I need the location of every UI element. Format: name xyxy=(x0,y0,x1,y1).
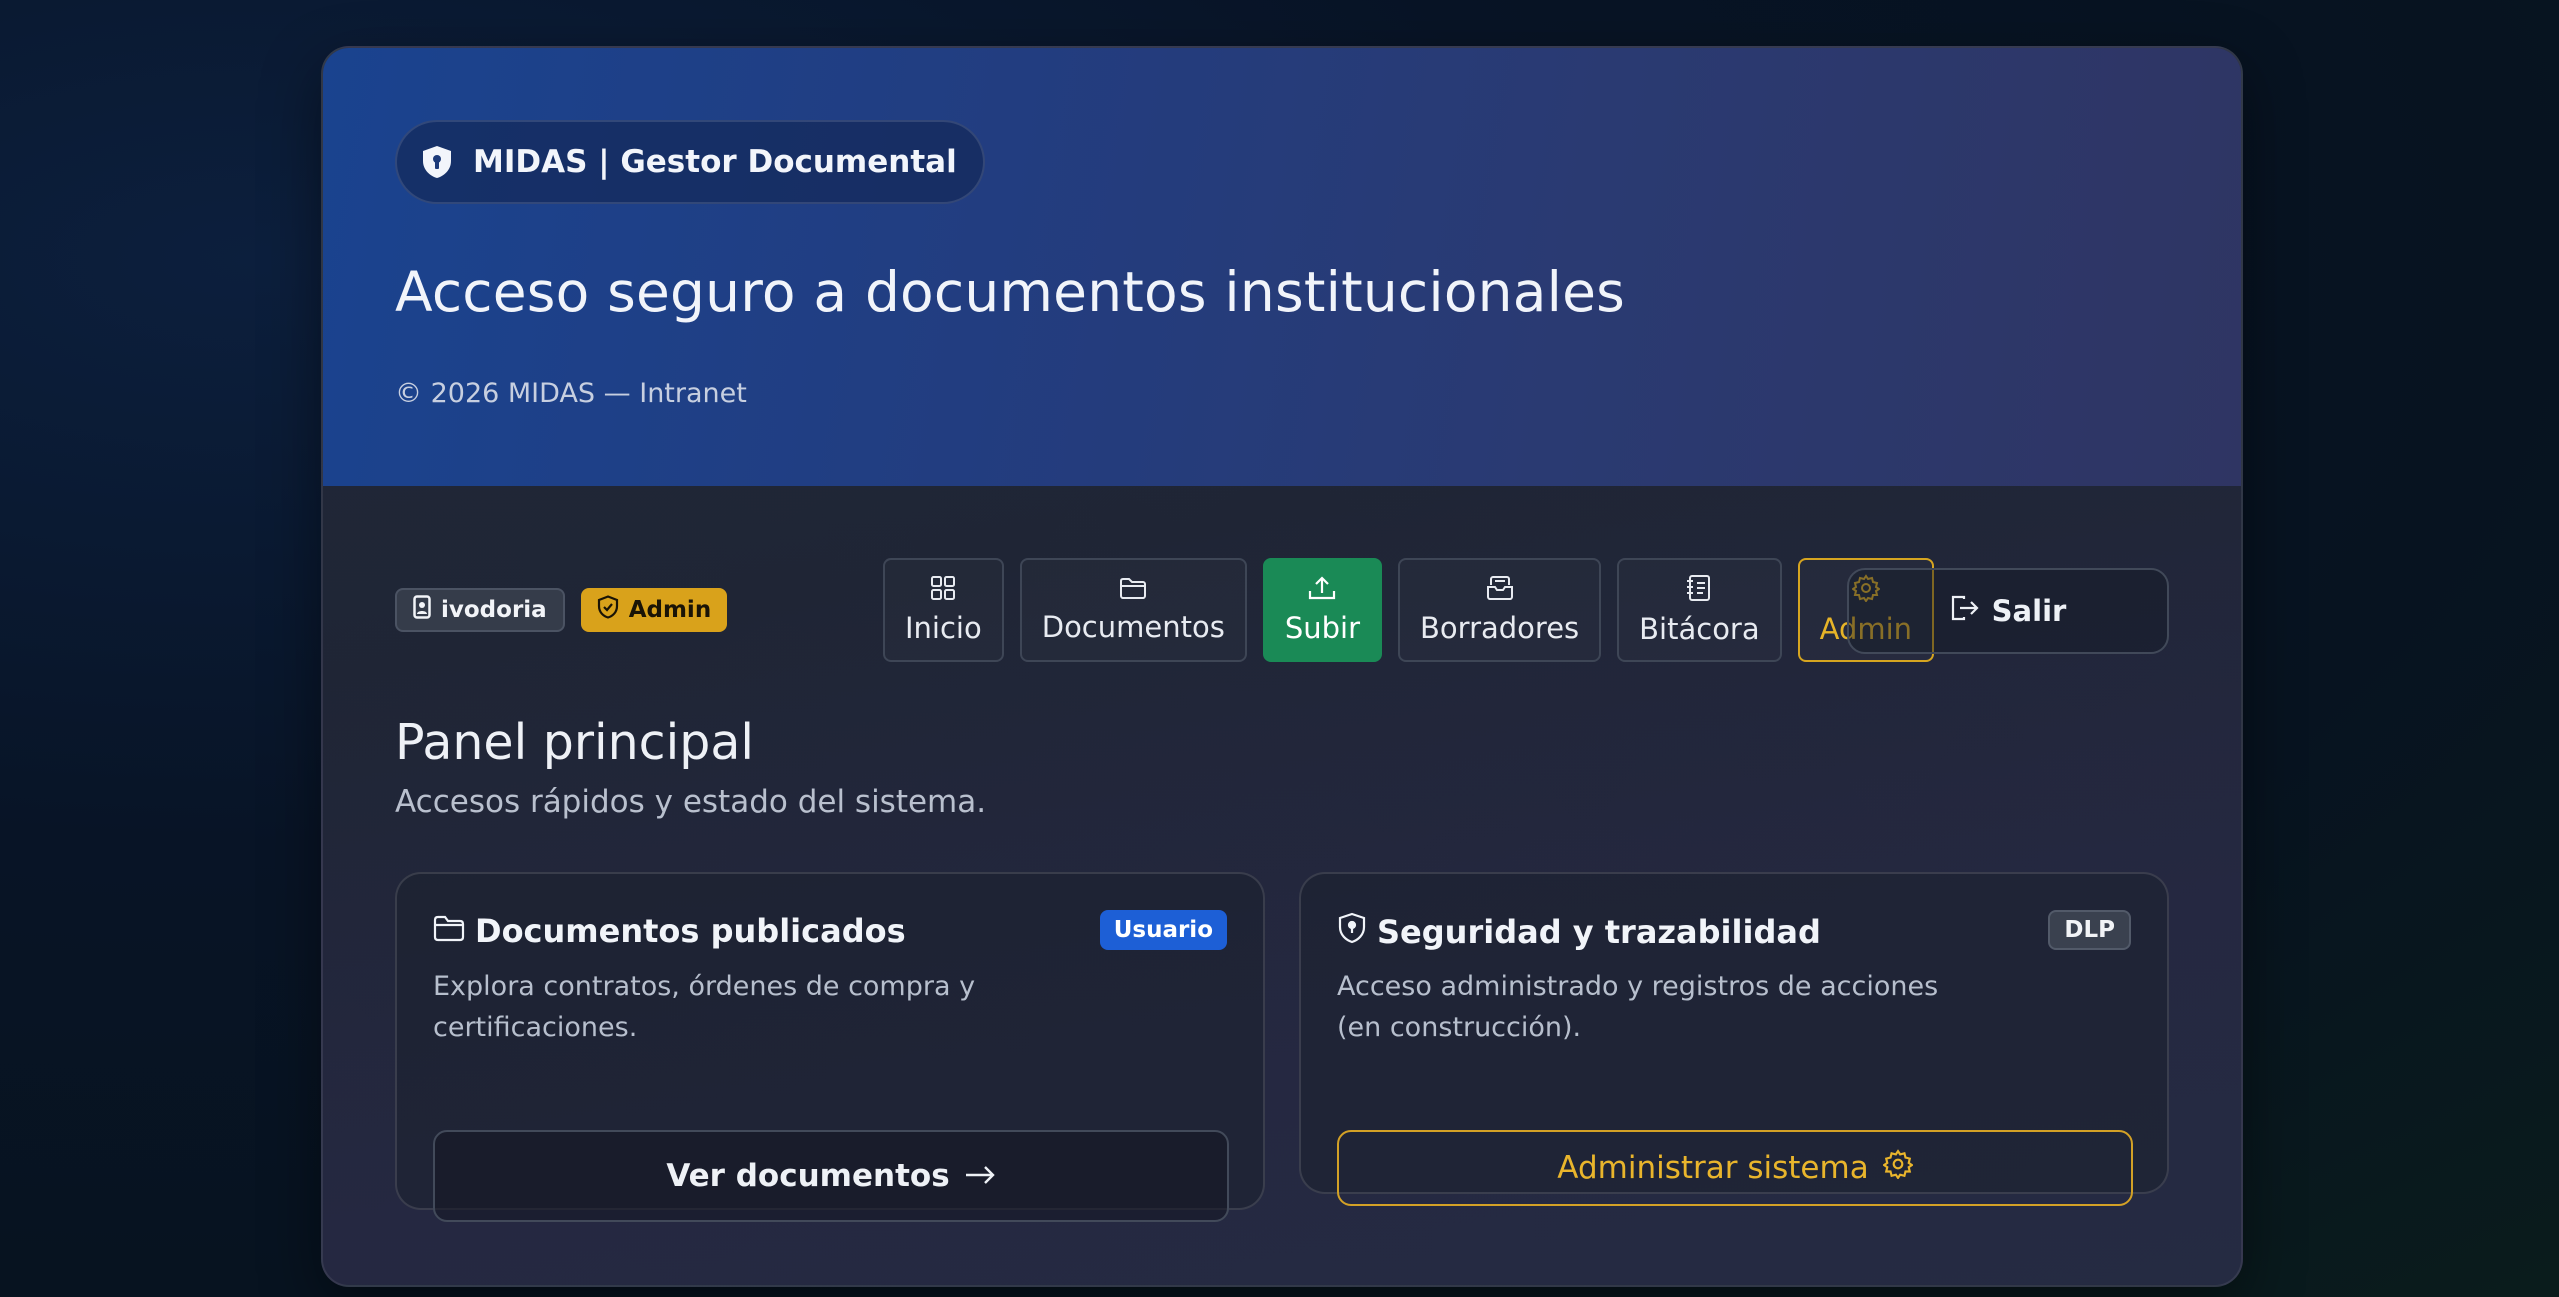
nav-subir-label: Subir xyxy=(1284,611,1361,645)
copyright: © 2026 MIDAS — Intranet xyxy=(395,378,747,409)
username: ivodoria xyxy=(441,597,547,623)
folder-icon xyxy=(1119,576,1147,600)
grid-icon xyxy=(930,575,956,601)
arrow-right-icon xyxy=(964,1158,996,1194)
page-title: Panel principal xyxy=(395,714,754,771)
logout-icon xyxy=(1950,594,1980,628)
brand-name: MIDAS | Gestor Documental xyxy=(473,144,957,180)
brand-pill: MIDAS | Gestor Documental xyxy=(395,120,985,204)
card-description: Explora contratos, órdenes de compra y c… xyxy=(433,971,976,1043)
user-info: ivodoria Admin xyxy=(395,588,728,632)
logout-label: Salir xyxy=(1991,594,2067,628)
card-description: Acceso administrado y registros de accio… xyxy=(1337,971,1939,1043)
nav-documentos[interactable]: Documentos xyxy=(1019,558,1247,662)
logout-button[interactable]: Salir xyxy=(1847,568,2169,654)
folder-icon xyxy=(433,912,465,950)
main-nav: Inicio Documentos Subir Borradores Bitác… xyxy=(883,558,1935,662)
card-seguridad: Seguridad y trazabilidad DLP Acceso admi… xyxy=(1299,872,2169,1206)
shield-lock-icon xyxy=(421,145,453,179)
journal-icon xyxy=(1686,574,1712,602)
admin-system-label: Administrar sistema xyxy=(1557,1150,1869,1186)
card-title-text: Documentos publicados xyxy=(475,912,906,950)
main-card: MIDAS | Gestor Documental Acceso seguro … xyxy=(321,46,2243,1287)
gear-icon xyxy=(1881,1149,1914,1187)
id-badge-icon xyxy=(413,595,431,625)
nav-bitacora-label: Bitácora xyxy=(1639,612,1760,646)
archive-icon xyxy=(1486,575,1514,601)
view-documents-button[interactable]: Ver documentos xyxy=(433,1130,1229,1222)
admin-system-button[interactable]: Administrar sistema xyxy=(1337,1130,2133,1206)
username-chip: ivodoria xyxy=(395,588,565,632)
nav-documentos-label: Documentos xyxy=(1041,610,1225,644)
view-documents-label: Ver documentos xyxy=(666,1158,950,1194)
nav-inicio-label: Inicio xyxy=(905,611,982,645)
nav-borradores[interactable]: Borradores xyxy=(1398,558,1602,662)
shield-check-icon xyxy=(597,595,619,625)
role-label: Admin xyxy=(628,597,712,623)
nav-bitacora[interactable]: Bitácora xyxy=(1617,558,1782,662)
role-chip: Admin xyxy=(580,588,728,632)
page-subtitle: Accesos rápidos y estado del sistema. xyxy=(395,784,987,820)
card-title: Documentos publicados xyxy=(433,912,906,950)
card-title: Seguridad y trazabilidad xyxy=(1337,912,1821,952)
hero-title: Acceso seguro a documentos institucional… xyxy=(395,260,1626,324)
status-badge: DLP xyxy=(2048,910,2131,950)
hero-header: MIDAS | Gestor Documental Acceso seguro … xyxy=(323,48,2241,486)
nav-inicio[interactable]: Inicio xyxy=(883,558,1004,662)
nav-borradores-label: Borradores xyxy=(1420,611,1580,645)
status-badge: Usuario xyxy=(1099,910,1227,950)
upload-icon xyxy=(1308,575,1336,601)
card-documentos-publicados: Documentos publicados Usuario Explora co… xyxy=(395,872,1265,1222)
card-title-text: Seguridad y trazabilidad xyxy=(1377,913,1821,951)
nav-subir[interactable]: Subir xyxy=(1262,558,1383,662)
shield-icon xyxy=(1337,912,1367,952)
